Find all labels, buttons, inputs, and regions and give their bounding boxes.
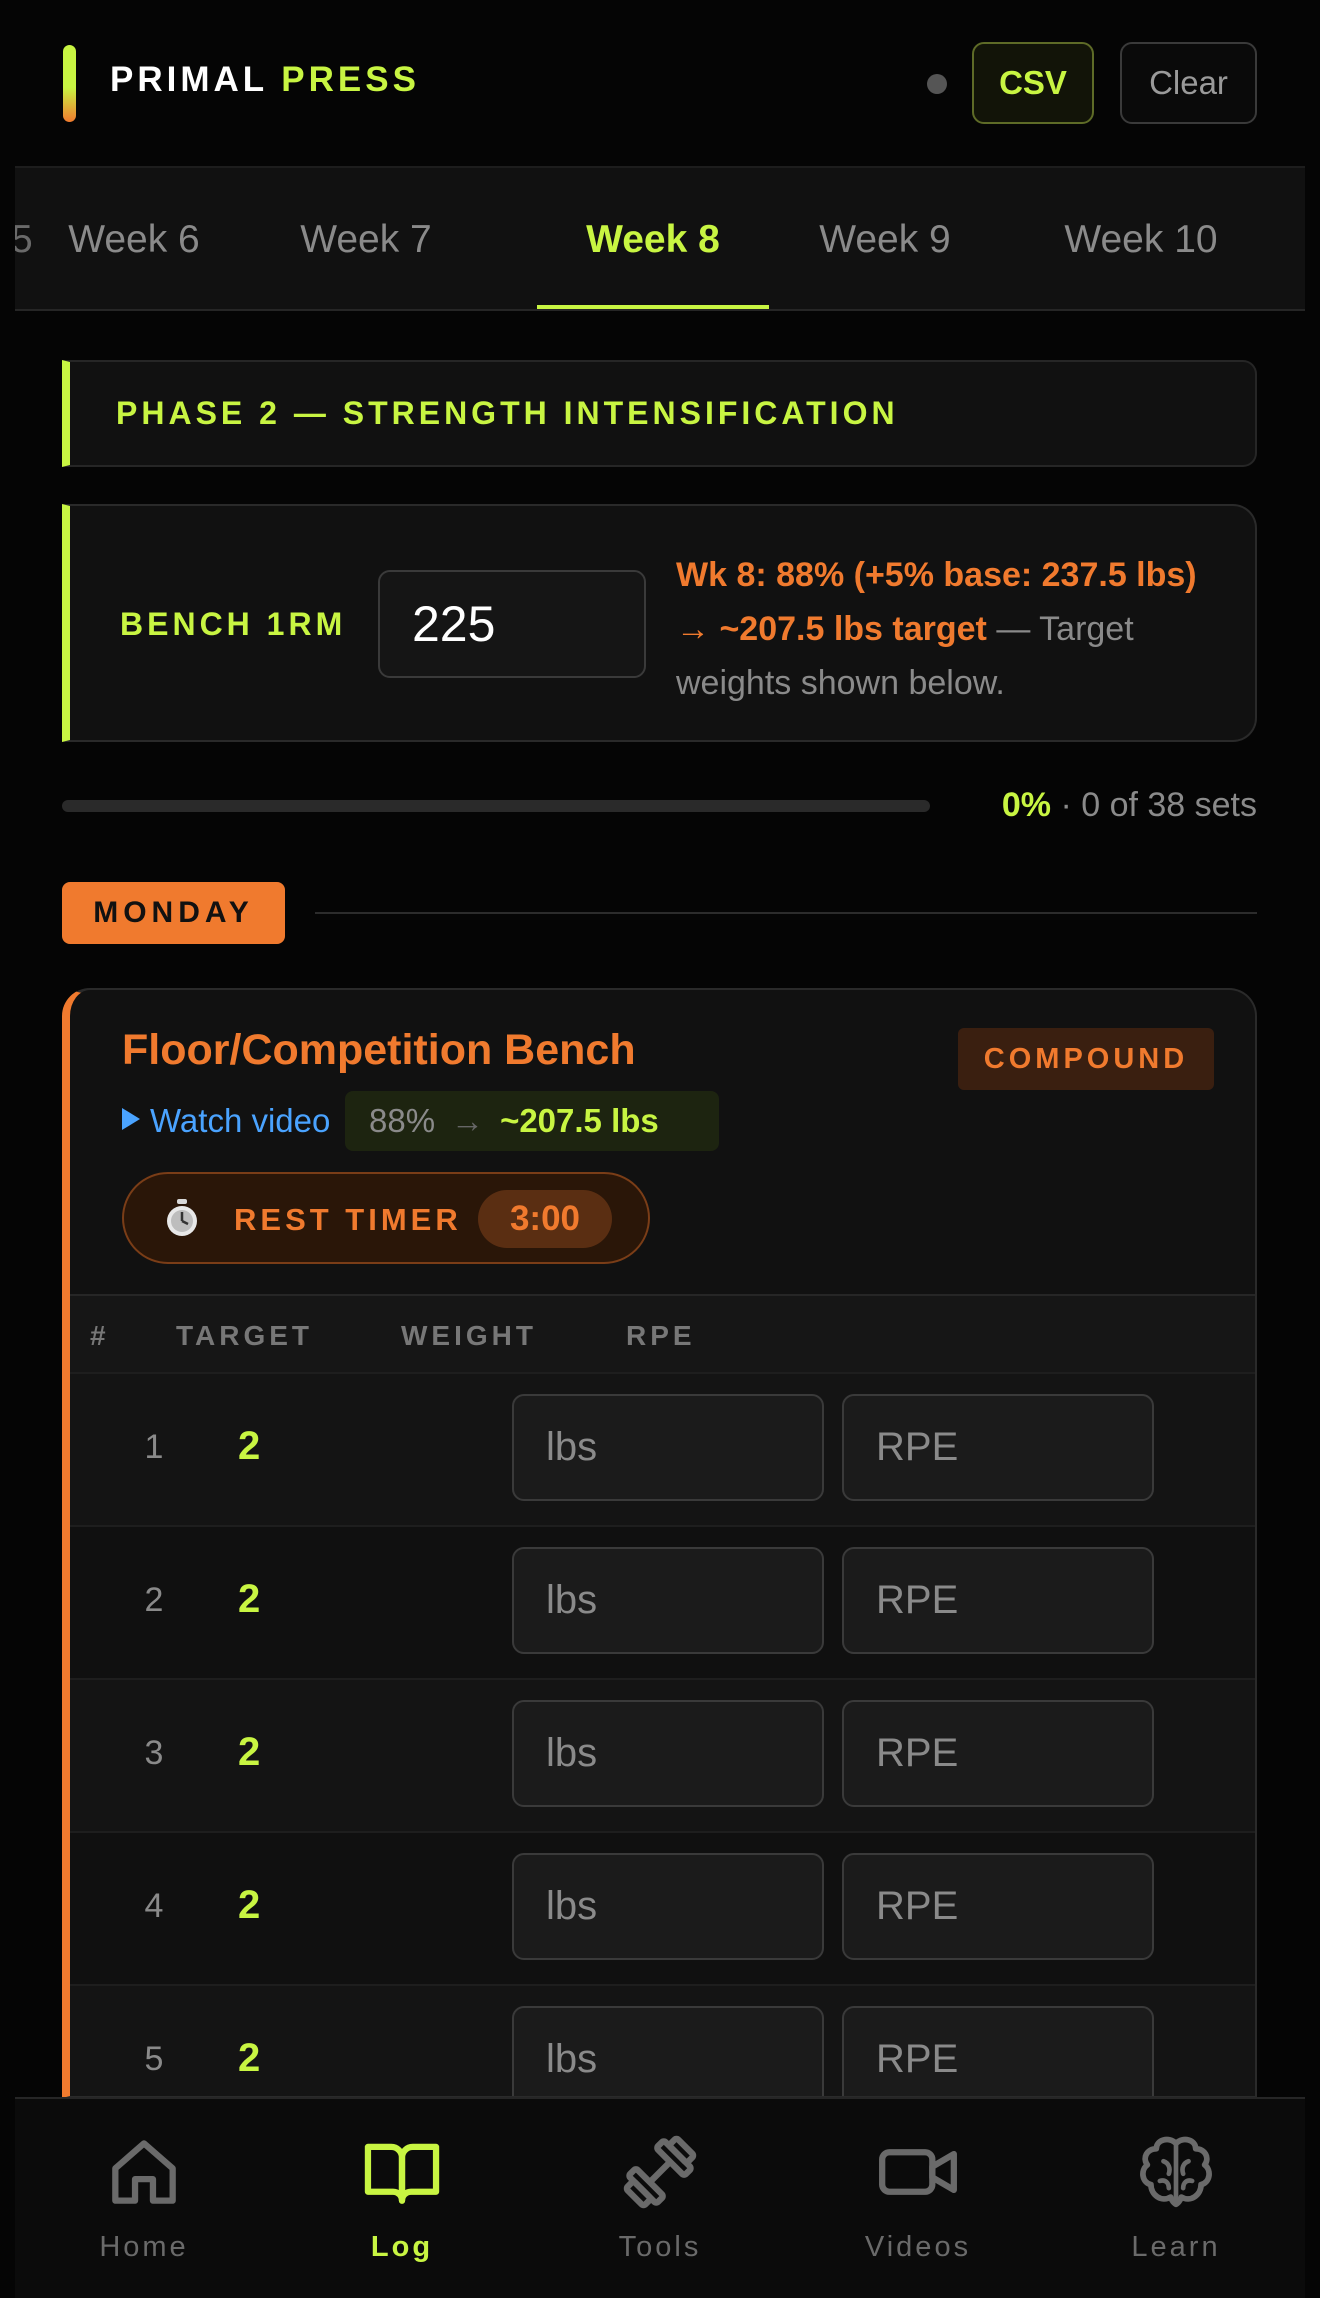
rest-timer-time: 3:00	[478, 1190, 612, 1248]
phase-title: PHASE 2 — STRENGTH INTENSIFICATION	[116, 395, 899, 431]
week-tabs[interactable]: 5 Week 6 Week 7 Week 8 Week 9 Week 10	[15, 166, 1305, 311]
sync-status-dot	[927, 74, 947, 94]
table-row: 4 2	[70, 1831, 1255, 1984]
dumbbell-icon	[623, 2135, 697, 2209]
play-icon	[122, 1108, 140, 1130]
table-row: 1 2	[70, 1372, 1255, 1525]
nav-home[interactable]: Home	[15, 2099, 273, 2298]
rpe-input[interactable]	[842, 1547, 1154, 1654]
target-weight: ~207.5 lbs	[500, 1102, 659, 1139]
rpe-input[interactable]	[842, 1394, 1154, 1501]
tab-week-9[interactable]: Week 9	[769, 168, 1001, 309]
exercise-type-badge: COMPOUND	[958, 1028, 1214, 1090]
col-rpe: RPE	[626, 1320, 696, 1351]
exercise-card: Floor/Competition Bench COMPOUND Watch v…	[62, 988, 1257, 2098]
rpe-input[interactable]	[842, 2006, 1154, 2096]
col-weight: WEIGHT	[401, 1320, 537, 1351]
set-target-reps: 2	[238, 1577, 261, 1621]
table-row: 3 2	[70, 1678, 1255, 1831]
rpe-input[interactable]	[842, 1853, 1154, 1960]
tab-week-10[interactable]: Week 10	[1025, 168, 1257, 309]
set-target-reps: 2	[238, 1883, 261, 1927]
app-header: PRIMAL PRESS CSV Clear	[0, 0, 1320, 166]
nav-learn-label: Learn	[1131, 2231, 1221, 2263]
set-number: 3	[144, 1734, 164, 1772]
watch-video-link[interactable]: Watch video	[122, 1102, 330, 1140]
bottom-nav: Home Log Tools Videos Learn	[15, 2097, 1305, 2298]
tab-week-8[interactable]: Week 8	[537, 168, 769, 309]
nav-videos-label: Videos	[864, 2231, 972, 2263]
set-target-reps: 2	[238, 1730, 261, 1774]
nav-learn[interactable]: Learn	[1047, 2099, 1305, 2298]
arrow-right-icon: →	[451, 1102, 485, 1139]
brain-icon	[1140, 2136, 1212, 2208]
nav-log[interactable]: Log	[273, 2099, 531, 2298]
weight-input[interactable]	[512, 1547, 824, 1654]
logo-bar	[63, 45, 76, 122]
day-divider	[315, 912, 1257, 914]
export-csv-button[interactable]: CSV	[972, 42, 1094, 124]
one-rm-input[interactable]	[378, 570, 646, 678]
intensity-chip: 88% → ~207.5 lbs	[345, 1091, 719, 1151]
col-set-number: #	[90, 1320, 110, 1351]
nav-log-label: Log	[370, 2231, 434, 2263]
weight-input[interactable]	[512, 2006, 824, 2096]
one-rm-info: Wk 8: 88% (+5% base: 237.5 lbs) → ~207.5…	[676, 548, 1236, 710]
progress-bar	[62, 800, 930, 812]
set-target-reps: 2	[238, 2036, 261, 2080]
tab-week-7[interactable]: Week 7	[250, 168, 482, 309]
intensity-percent: 88%	[369, 1102, 436, 1139]
sets-table: # TARGET WEIGHT RPE 1 2 2 2 3 2	[70, 1294, 1255, 2096]
brand-accent: PRESS	[281, 60, 420, 99]
table-row: 5 2	[70, 1984, 1255, 2096]
nav-home-label: Home	[99, 2231, 189, 2263]
progress-percent: 0%	[1001, 786, 1051, 824]
stopwatch-icon	[167, 1199, 197, 1236]
rest-timer-label: REST TIMER	[234, 1202, 462, 1237]
tab-week-6[interactable]: Week 6	[18, 168, 250, 309]
one-rm-info-dash: —	[986, 610, 1040, 648]
exercise-name: Floor/Competition Bench	[122, 1026, 636, 1074]
phase-banner: PHASE 2 — STRENGTH INTENSIFICATION	[62, 360, 1257, 467]
set-number: 1	[144, 1428, 164, 1466]
book-icon	[364, 2143, 440, 2204]
brand-primary: PRIMAL	[110, 60, 268, 99]
clear-button[interactable]: Clear	[1120, 42, 1257, 124]
set-number: 4	[144, 1887, 164, 1925]
one-rm-card: BENCH 1RM Wk 8: 88% (+5% base: 237.5 lbs…	[62, 504, 1257, 742]
table-row: 2 2	[70, 1525, 1255, 1678]
weight-input[interactable]	[512, 1853, 824, 1960]
rpe-input[interactable]	[842, 1700, 1154, 1807]
watch-video-label: Watch video	[150, 1102, 331, 1139]
progress-separator: ·	[1051, 786, 1082, 824]
nav-videos[interactable]: Videos	[789, 2099, 1047, 2298]
one-rm-label: BENCH 1RM	[120, 606, 347, 642]
nav-tools[interactable]: Tools	[531, 2099, 789, 2298]
sets-table-header: # TARGET WEIGHT RPE	[70, 1294, 1255, 1372]
home-icon	[112, 2140, 176, 2204]
day-badge: MONDAY	[62, 882, 285, 944]
set-number: 5	[144, 2040, 164, 2078]
progress-detail: 0 of 38 sets	[1081, 786, 1257, 824]
progress-text: 0% · 0 of 38 sets	[1002, 786, 1257, 825]
sets-rows: 1 2 2 2 3 2 4 2	[70, 1372, 1255, 2096]
weight-input[interactable]	[512, 1700, 824, 1807]
app-title: PRIMAL PRESS	[110, 60, 420, 100]
weight-input[interactable]	[512, 1394, 824, 1501]
nav-tools-label: Tools	[618, 2231, 702, 2263]
video-camera-icon	[879, 2149, 957, 2195]
col-target: TARGET	[176, 1320, 314, 1351]
set-number: 2	[144, 1581, 164, 1619]
set-target-reps: 2	[238, 1424, 261, 1468]
rest-timer-button[interactable]: REST TIMER 3:00	[122, 1172, 650, 1264]
